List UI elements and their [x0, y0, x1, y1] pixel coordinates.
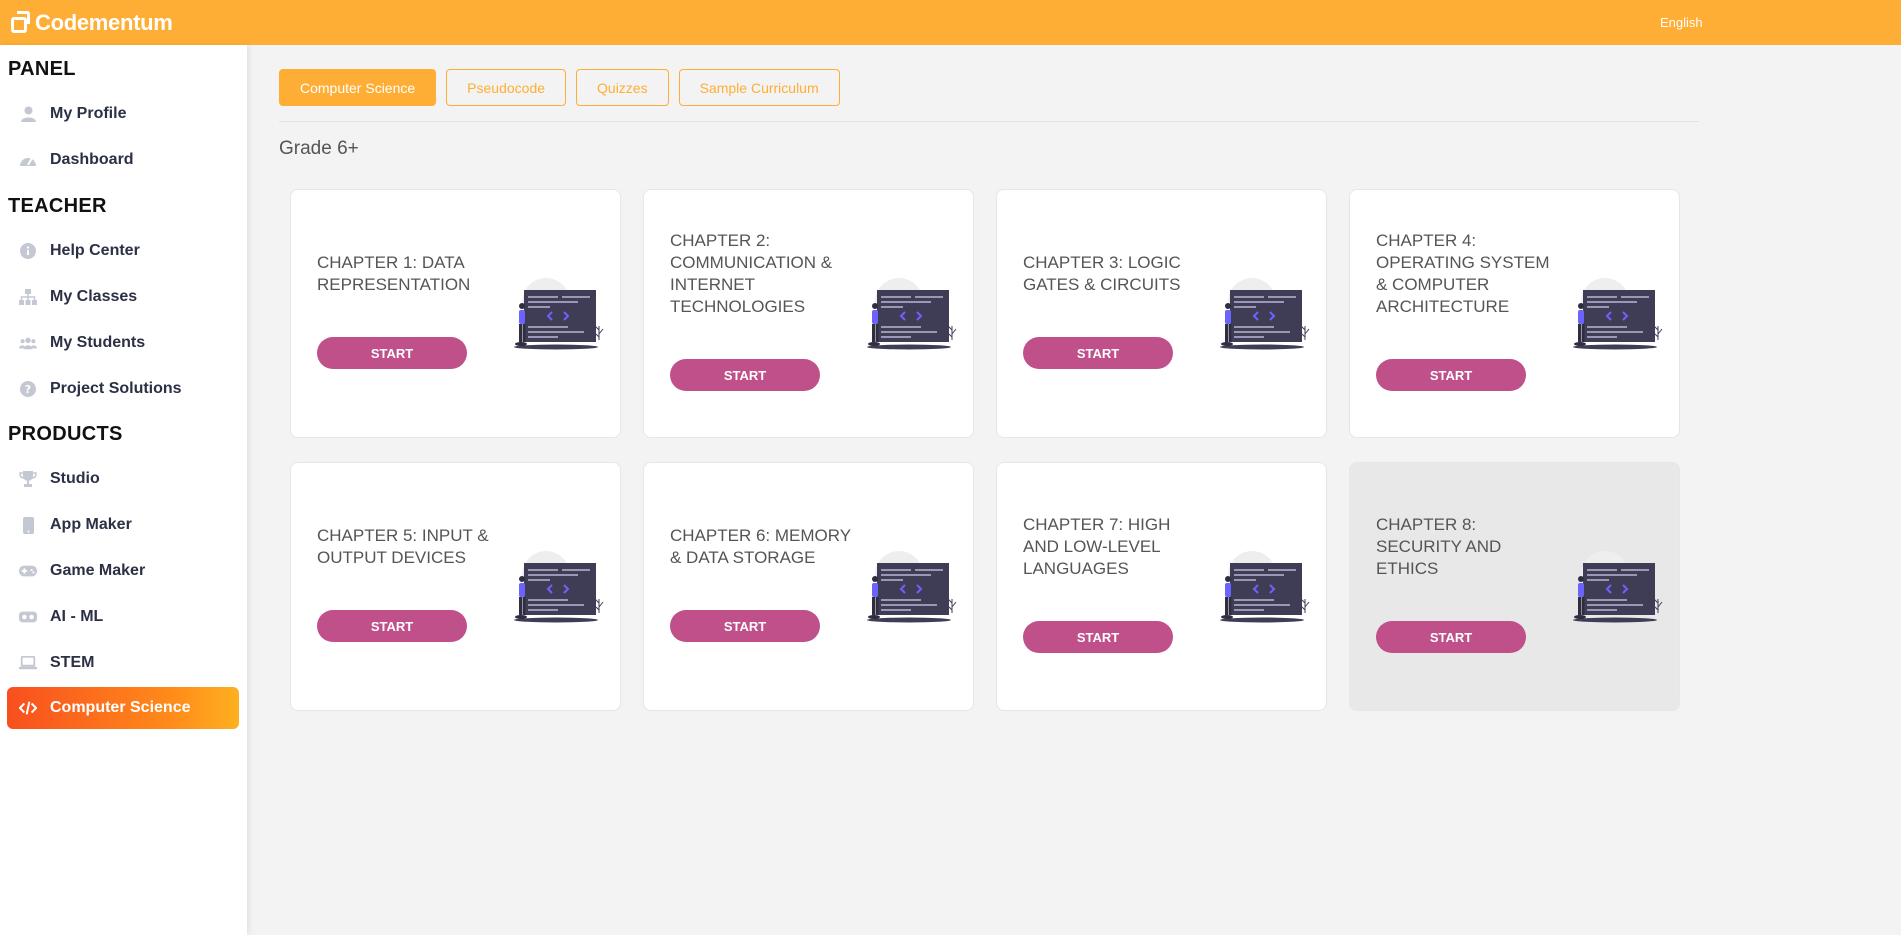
tab-bar: Computer Science Pseudocode Quizzes Samp… — [279, 69, 850, 106]
coding-illustration-icon — [514, 551, 604, 623]
chapter-card: CHAPTER 6: MEMORY & DATA STORAGE START — [643, 462, 974, 711]
section-title-products: PRODUCTS — [8, 423, 123, 445]
start-button[interactable]: START — [1023, 621, 1173, 653]
vr-icon — [19, 608, 37, 626]
start-button[interactable]: START — [1376, 359, 1526, 391]
trophy-icon — [19, 470, 37, 488]
sidebar-item-dashboard[interactable]: Dashboard — [7, 139, 239, 181]
code-icon — [19, 699, 37, 717]
chapter-card: CHAPTER 1: DATA REPRESENTATION START — [290, 189, 621, 438]
gamepad-icon — [19, 562, 37, 580]
users-icon — [19, 334, 37, 352]
logo-text: Codementum — [35, 10, 173, 35]
start-button[interactable]: START — [317, 610, 467, 642]
coding-illustration-icon — [1573, 278, 1663, 350]
chapter-title: CHAPTER 1: DATA REPRESENTATION — [317, 253, 471, 294]
sidebar-item-label: App Maker — [50, 516, 132, 533]
sidebar-item-label: STEM — [50, 654, 95, 671]
start-button[interactable]: START — [1023, 337, 1173, 369]
dashboard-icon — [19, 151, 37, 169]
chapter-title: CHAPTER 5: INPUT & OUTPUT DEVICES — [317, 526, 489, 567]
sidebar-item-help-center[interactable]: Help Center — [7, 230, 239, 272]
info-icon — [19, 242, 37, 260]
language-selector[interactable]: English — [1660, 15, 1703, 30]
coding-illustration-icon — [1220, 551, 1310, 623]
chapter-title: CHAPTER 2: COMMUNICATION & INTERNET TECH… — [670, 231, 833, 316]
start-button[interactable]: START — [317, 337, 467, 369]
section-title-panel: PANEL — [8, 58, 76, 80]
sidebar-item-project-solutions[interactable]: ? Project Solutions — [7, 368, 239, 410]
sidebar-item-label: My Students — [50, 334, 146, 351]
sidebar-item-label: Studio — [50, 470, 100, 487]
chapter-card: CHAPTER 7: HIGH AND LOW-LEVEL LANGUAGES … — [996, 462, 1327, 711]
hierarchy-icon — [19, 288, 37, 306]
chapter-title: CHAPTER 6: MEMORY & DATA STORAGE — [670, 526, 851, 567]
laptop-icon — [19, 654, 37, 672]
codementum-logo-icon — [9, 11, 31, 35]
sidebar-item-ai-ml[interactable]: AI - ML — [7, 596, 239, 638]
chapter-card: CHAPTER 2: COMMUNICATION & INTERNET TECH… — [643, 189, 974, 438]
tab-quizzes[interactable]: Quizzes — [576, 69, 669, 106]
coding-illustration-icon — [1220, 278, 1310, 350]
start-button[interactable]: START — [1376, 621, 1526, 653]
coding-illustration-icon — [867, 551, 957, 623]
sidebar-item-stem[interactable]: STEM — [7, 642, 239, 684]
grade-label: Grade 6+ — [279, 138, 359, 159]
sidebar-item-label: Project Solutions — [50, 380, 182, 397]
chapter-title: CHAPTER 3: LOGIC GATES & CIRCUITS — [1023, 253, 1181, 294]
chapter-title: CHAPTER 7: HIGH AND LOW-LEVEL LANGUAGES — [1023, 515, 1171, 578]
coding-illustration-icon — [514, 278, 604, 350]
sidebar-item-my-students[interactable]: My Students — [7, 322, 239, 364]
chapter-title: CHAPTER 8: SECURITY AND ETHICS — [1376, 515, 1502, 578]
top-bar: Codementum English — [0, 0, 1901, 45]
user-icon — [19, 105, 37, 123]
chapter-card: CHAPTER 4: OPERATING SYSTEM & COMPUTER A… — [1349, 189, 1680, 438]
sidebar-item-app-maker[interactable]: App Maker — [7, 504, 239, 546]
sidebar-item-label: My Profile — [50, 105, 127, 122]
divider — [279, 121, 1699, 122]
sidebar: PANEL My Profile Dashboard TEACHER Help … — [0, 45, 247, 935]
chapter-card: CHAPTER 5: INPUT & OUTPUT DEVICES START — [290, 462, 621, 711]
sidebar-item-computer-science[interactable]: Computer Science — [7, 687, 239, 729]
section-title-teacher: TEACHER — [8, 195, 107, 217]
sidebar-item-my-classes[interactable]: My Classes — [7, 276, 239, 318]
start-button[interactable]: START — [670, 359, 820, 391]
sidebar-item-studio[interactable]: Studio — [7, 458, 239, 500]
sidebar-item-label: My Classes — [50, 288, 138, 305]
svg-text:?: ? — [25, 383, 31, 396]
phone-icon — [19, 516, 37, 534]
chapter-card: CHAPTER 8: SECURITY AND ETHICS START — [1349, 462, 1680, 711]
tab-sample-curriculum[interactable]: Sample Curriculum — [678, 69, 840, 106]
coding-illustration-icon — [867, 278, 957, 350]
sidebar-item-label: Help Center — [50, 242, 140, 259]
sidebar-item-label: Dashboard — [50, 151, 134, 168]
logo[interactable]: Codementum — [9, 9, 173, 37]
sidebar-item-my-profile[interactable]: My Profile — [7, 93, 239, 135]
sidebar-item-label: AI - ML — [50, 608, 104, 625]
coding-illustration-icon — [1573, 551, 1663, 623]
chapter-title: CHAPTER 4: OPERATING SYSTEM & COMPUTER A… — [1376, 231, 1550, 316]
start-button[interactable]: START — [670, 610, 820, 642]
chapter-card: CHAPTER 3: LOGIC GATES & CIRCUITS START — [996, 189, 1327, 438]
sidebar-item-game-maker[interactable]: Game Maker — [7, 550, 239, 592]
question-icon: ? — [19, 380, 37, 398]
sidebar-item-label: Computer Science — [50, 699, 191, 716]
tab-pseudocode[interactable]: Pseudocode — [446, 69, 567, 106]
tab-computer-science[interactable]: Computer Science — [279, 69, 437, 106]
sidebar-item-label: Game Maker — [50, 562, 146, 579]
